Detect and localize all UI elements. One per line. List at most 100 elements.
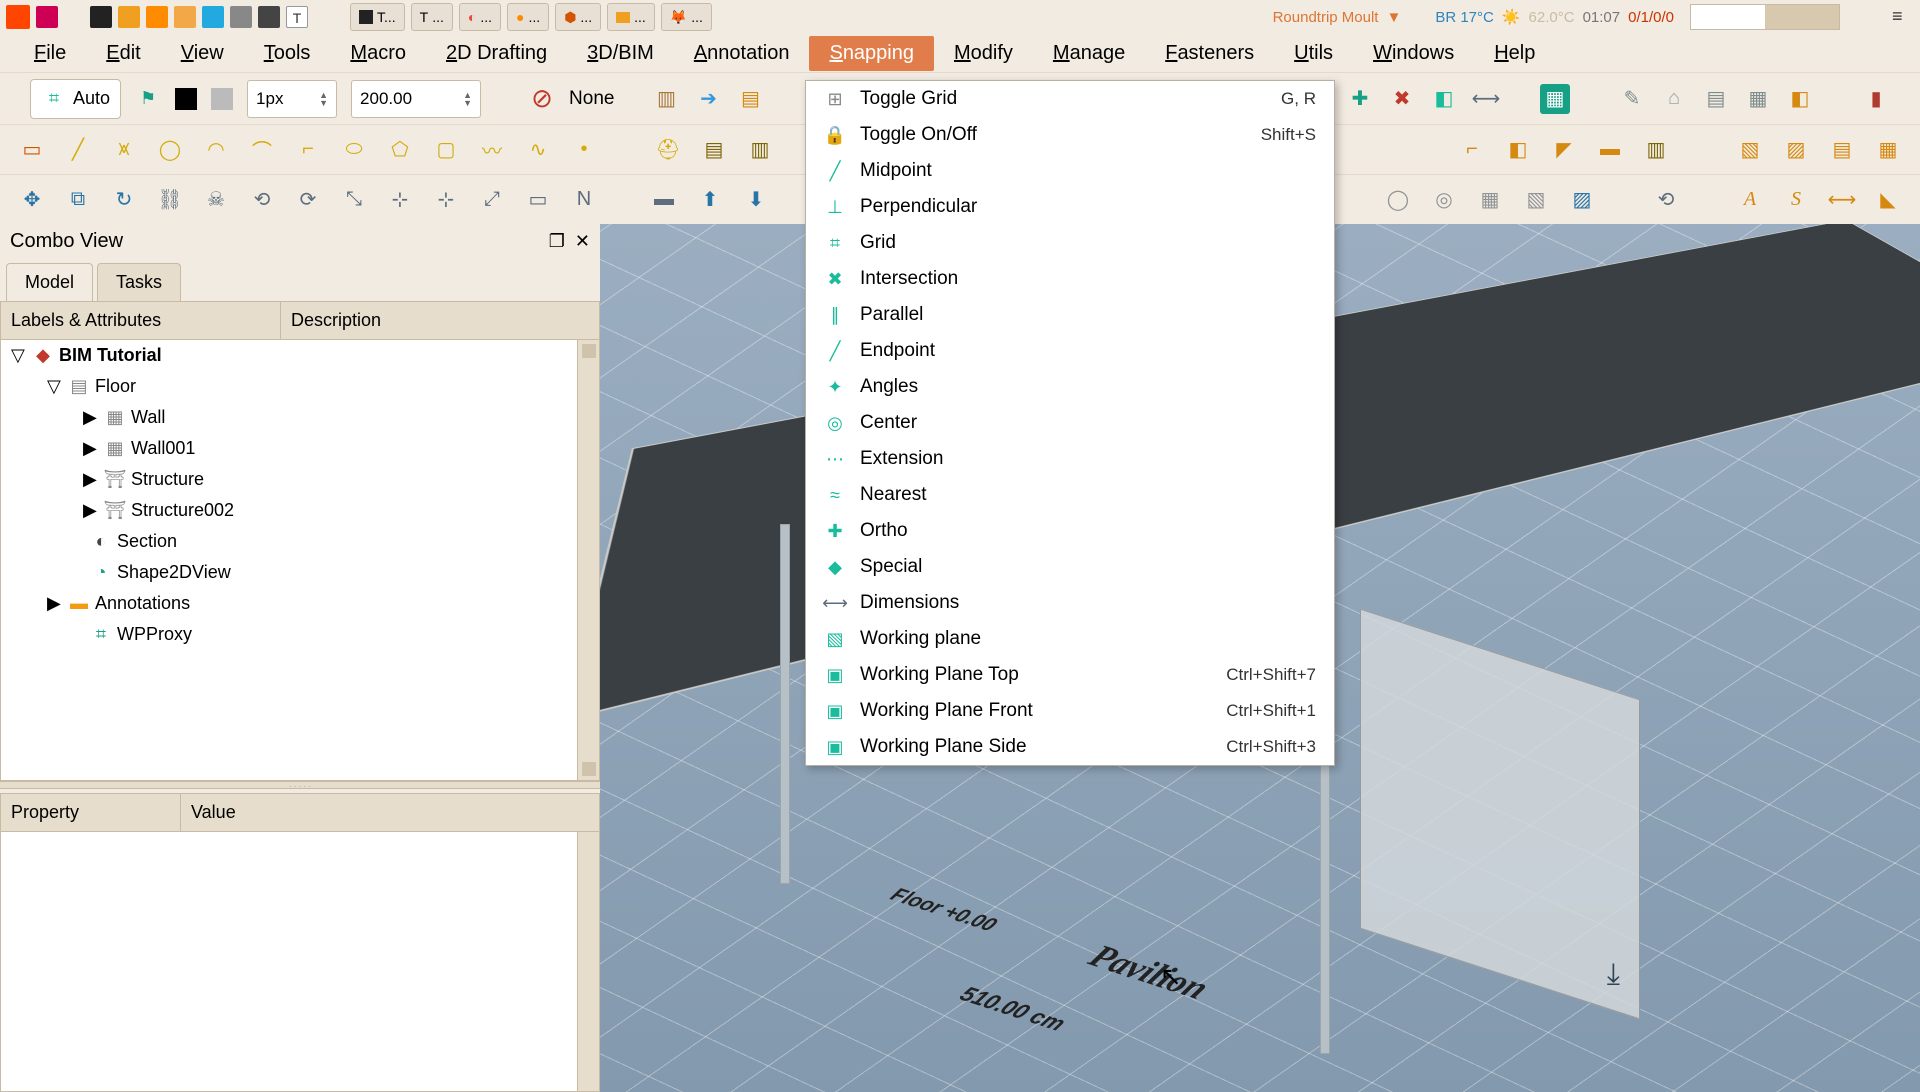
tool-add-icon[interactable]: ✚ [1346,85,1374,113]
task-text[interactable]: T... [411,3,453,31]
mod-split-icon[interactable]: ⊹ [432,186,460,214]
menu-item-wp-side[interactable]: ▣Working Plane SideCtrl+Shift+3 [806,729,1334,765]
menu-item-wp-front[interactable]: ▣Working Plane FrontCtrl+Shift+1 [806,693,1334,729]
menu-snapping[interactable]: Snapping [809,36,934,71]
arch-box1-icon[interactable]: ▧ [1736,136,1764,164]
line-width-input[interactable]: 1px ▲▼ [247,80,337,118]
tree-annotations[interactable]: ▶▬Annotations [1,588,599,619]
mod-join-icon[interactable]: ⊹ [386,186,414,214]
draft-rect-icon[interactable]: ▭ [18,136,46,164]
tool-icon-3[interactable]: ▤ [736,85,764,113]
arch-folder-icon[interactable]: ▬ [1596,136,1624,164]
menu-windows[interactable]: Windows [1353,36,1474,71]
property-scrollbar[interactable] [577,832,599,1091]
tool-icon-2[interactable]: ➔ [694,85,722,113]
mod-rotate-icon[interactable]: ↻ [110,186,138,214]
no-icon[interactable]: ⊘ [529,86,555,112]
menu-item-ortho[interactable]: ✚Ortho [806,513,1334,549]
tool-grid-icon[interactable]: ▦ [1744,85,1772,113]
menu-manage[interactable]: Manage [1033,36,1145,71]
menu-modify[interactable]: Modify [934,36,1033,71]
mod-up-icon[interactable]: ⬆ [696,186,724,214]
view-cube1-icon[interactable]: ▦ [1476,186,1504,214]
settings-icon[interactable] [202,6,224,28]
menu-icon[interactable]: ≡ [1892,6,1914,28]
auto-button[interactable]: ⌗ Auto [30,79,121,119]
task-web1[interactable]: ◐... [459,3,501,31]
menu-item-toggle-onoff[interactable]: 🔒Toggle On/OffShift+S [806,117,1334,153]
menu-annotation[interactable]: Annotation [674,36,810,71]
draft-arc-icon[interactable]: ◠ [202,136,230,164]
dim-icon[interactable]: ⟷ [1828,186,1856,214]
tree-structure[interactable]: ▶⛩Structure [1,464,599,495]
draft-wire-icon[interactable]: ⩙ [110,136,138,164]
view-sphere-icon[interactable]: ◯ [1384,186,1412,214]
menu-macro[interactable]: Macro [330,36,426,71]
draft-bezier-icon[interactable]: ∿ [524,136,552,164]
tool-home-icon[interactable]: ⌂ [1660,85,1688,113]
tree-root[interactable]: ▽◆BIM Tutorial [1,340,599,371]
tab-tasks[interactable]: Tasks [97,263,181,301]
arch-pipe-icon[interactable]: ⌐ [1458,136,1486,164]
blender-icon[interactable] [174,6,196,28]
menu-help[interactable]: Help [1474,36,1555,71]
menu-item-nearest[interactable]: ≈Nearest [806,477,1334,513]
draft-rect2-icon[interactable]: ▢ [432,136,460,164]
view-ring-icon[interactable]: ◎ [1430,186,1458,214]
menu-2d-drafting[interactable]: 2D Drafting [426,36,567,71]
mod-offset-icon[interactable]: ⟲ [248,186,276,214]
panel-undock-icon[interactable]: ❐ [549,231,565,252]
menu-item-center[interactable]: ◎Center [806,405,1334,441]
arch-site-icon[interactable]: ▤ [700,136,728,164]
tool-view-icon[interactable]: ▦ [1540,84,1570,114]
draft-point-icon[interactable]: • [570,136,598,164]
tool-cube-icon[interactable]: ◧ [1430,85,1458,113]
property-body[interactable] [0,832,600,1092]
tool-stack-icon[interactable]: ▤ [1702,85,1730,113]
mod-copy-icon[interactable]: ⧉ [64,186,92,214]
menu-item-angles[interactable]: ✦Angles [806,369,1334,405]
arch-box4-icon[interactable]: ▦ [1874,136,1902,164]
draft-line-icon[interactable]: ╱ [64,136,92,164]
mod-clone-icon[interactable]: ⛓ [156,186,184,214]
arch-comp-icon[interactable]: ◧ [1504,136,1532,164]
tree-scrollbar[interactable] [577,340,599,780]
launcher-icon[interactable] [6,5,30,29]
arch-tag-icon[interactable]: ◤ [1550,136,1578,164]
arch-box3-icon[interactable]: ▤ [1828,136,1856,164]
tree-floor[interactable]: ▽▤Floor [1,371,599,402]
menu-utils[interactable]: Utils [1274,36,1353,71]
spinner-arrows-icon[interactable]: ▲▼ [319,91,328,107]
spinner-arrows-icon[interactable]: ▲▼ [463,91,472,107]
mod-down-icon[interactable]: ⬇ [742,186,770,214]
menu-tools[interactable]: Tools [244,36,331,71]
draft-circle-icon[interactable]: ◯ [156,136,184,164]
menu-item-working-plane[interactable]: ▧Working plane [806,621,1334,657]
menu-item-intersection[interactable]: ✖Intersection [806,261,1334,297]
menu-3d-bim[interactable]: 3D/BIM [567,36,674,71]
tree-section[interactable]: ◐Section [1,526,599,557]
color-swatch-black[interactable] [175,88,197,110]
col-property[interactable]: Property [1,794,181,831]
task-folder[interactable]: ... [607,3,655,31]
mod-move-icon[interactable]: ✥ [18,186,46,214]
firefox-icon[interactable] [146,6,168,28]
text-s-icon[interactable]: S [1782,186,1810,214]
menu-view[interactable]: View [161,36,244,71]
panel-close-icon[interactable]: ✕ [575,231,590,252]
tool-dim-icon[interactable]: ⟷ [1472,85,1500,113]
text-icon[interactable]: T [286,6,308,28]
mod-trimex-icon[interactable]: ⤡ [340,186,368,214]
draft-arc3-icon[interactable]: ⌒ [248,136,276,164]
menu-item-endpoint[interactable]: ╱Endpoint [806,333,1334,369]
menu-item-midpoint[interactable]: ╱Midpoint [806,153,1334,189]
menu-item-perpendicular[interactable]: ⊥Perpendicular [806,189,1334,225]
arch-building-icon[interactable]: ▥ [746,136,774,164]
view-section-icon[interactable]: ⟲ [1652,186,1680,214]
color-swatch-gray[interactable] [211,88,233,110]
inkscape-icon[interactable] [258,6,280,28]
arch-project-icon[interactable]: ⛑ [654,136,682,164]
draft-fillet-icon[interactable]: ⌐ [294,136,322,164]
arch-box2-icon[interactable]: ▨ [1782,136,1810,164]
task-gimp[interactable]: 🦊... [661,3,712,31]
